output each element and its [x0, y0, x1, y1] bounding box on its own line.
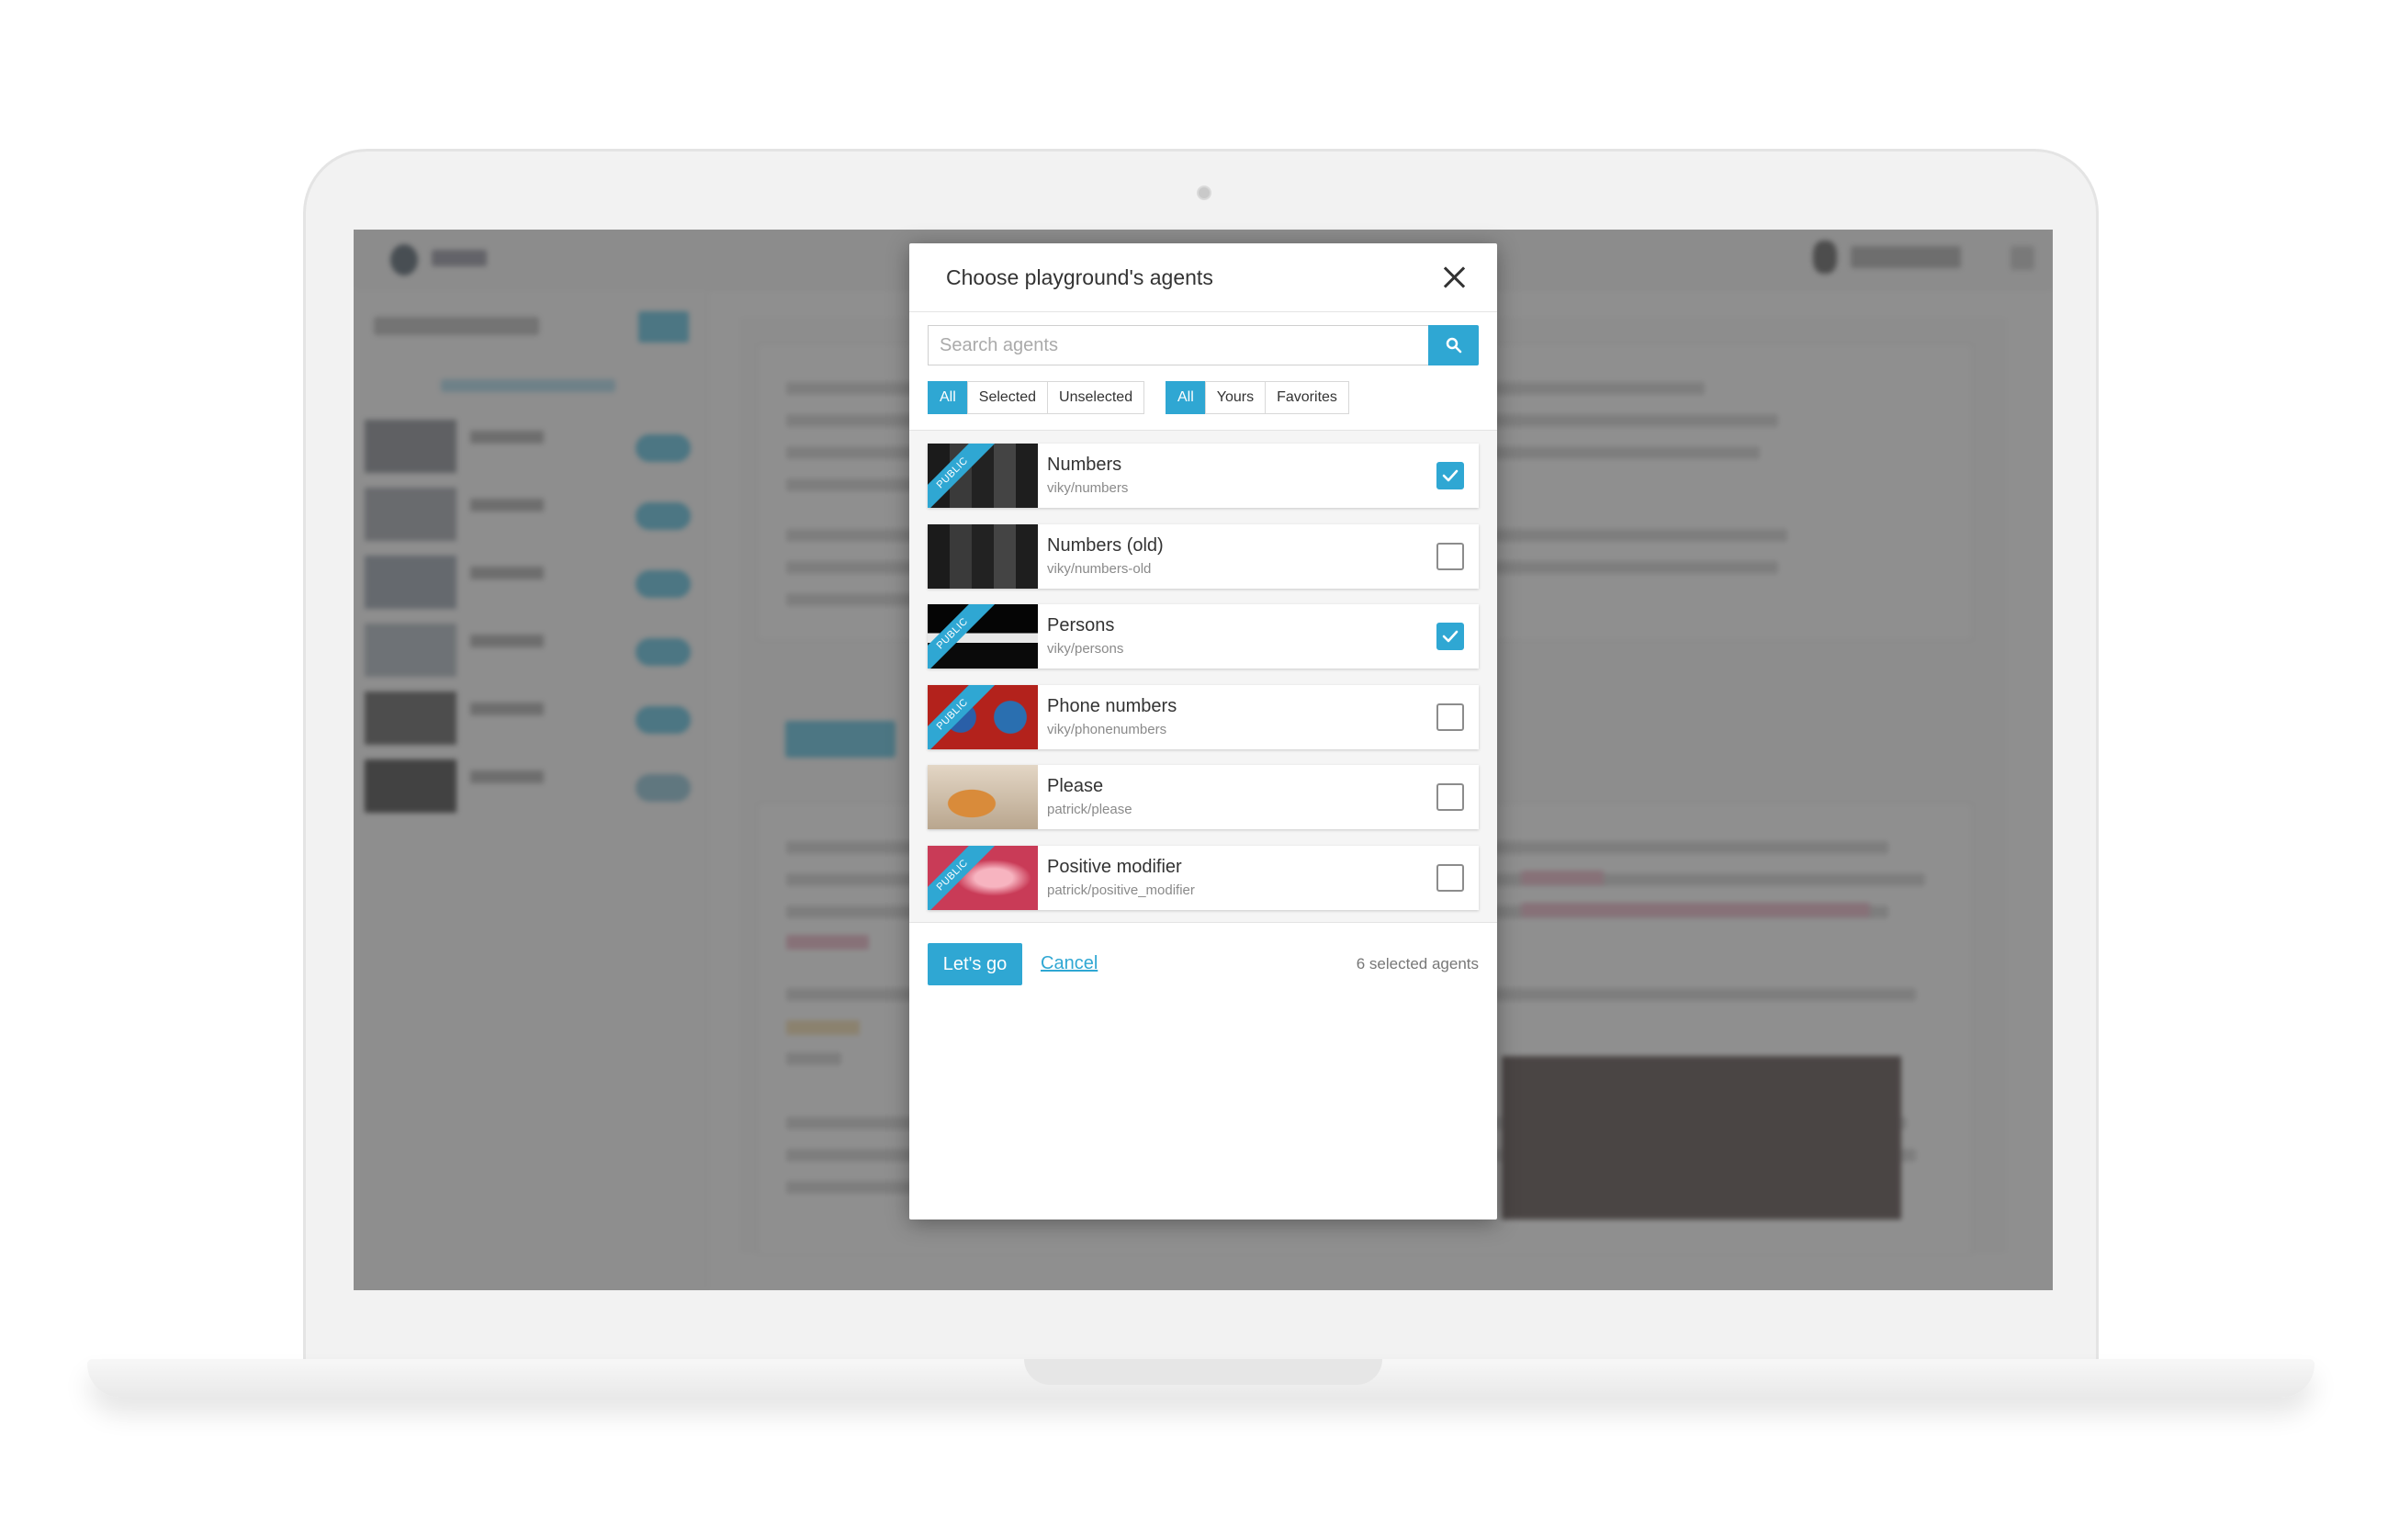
public-ribbon: PUBLIC — [928, 604, 995, 669]
selection-filter-group: All Selected Unselected — [928, 381, 1145, 414]
owner-filter-group: All Yours Favorites — [1166, 381, 1349, 414]
agent-checkbox[interactable] — [1436, 703, 1464, 731]
lets-go-button[interactable]: Let's go — [928, 943, 1022, 985]
agent-checkbox[interactable] — [1436, 863, 1464, 892]
filter-selected[interactable]: Selected — [966, 381, 1049, 414]
agent-slug: viky/phonenumbers — [1047, 721, 1167, 737]
agent-name: Please — [1047, 776, 1104, 796]
checkmark-icon — [1442, 469, 1459, 482]
cat-thumbnail — [928, 765, 1038, 829]
agent-item[interactable]: Numbers (old) viky/numbers-old — [928, 523, 1479, 589]
numbers-thumbnail — [928, 523, 1038, 589]
search-icon — [1446, 337, 1462, 354]
agent-item[interactable]: PUBLIC Numbers viky/numbers — [928, 444, 1479, 508]
agent-name: Numbers (old) — [1047, 534, 1164, 556]
filter-unselected[interactable]: Unselected — [1047, 381, 1145, 414]
selected-count: 6 selected agents — [1356, 955, 1479, 972]
agent-name: Positive modifier — [1047, 856, 1182, 877]
agent-item[interactable]: PUBLIC Positive modifier patrick/positive_… — [928, 845, 1479, 910]
agents-list[interactable]: PUBLIC Numbers viky/numbers Numbers (old) vi… — [909, 431, 1497, 922]
agent-name: Persons — [1047, 615, 1115, 635]
choose-agents-dialog: Choose playground's agents All Selected … — [909, 243, 1497, 1220]
agent-slug: patrick/please — [1047, 802, 1132, 817]
agent-name: Numbers — [1047, 455, 1122, 475]
public-ribbon: PUBLIC — [928, 444, 995, 508]
agent-item[interactable]: PUBLIC Phone numbers viky/phonenumbers — [928, 684, 1479, 749]
filter-yours[interactable]: Yours — [1204, 381, 1267, 414]
search-button[interactable] — [1428, 325, 1479, 365]
telephones-thumbnail: PUBLIC — [928, 684, 1038, 749]
cancel-link[interactable]: Cancel — [1041, 953, 1098, 974]
dialog-title: Choose playground's agents — [946, 265, 1213, 289]
agent-slug: viky/numbers — [1047, 480, 1129, 496]
agent-checkbox[interactable] — [1436, 542, 1464, 570]
agent-name: Phone numbers — [1047, 695, 1177, 716]
agent-slug: patrick/positive_modifier — [1047, 882, 1195, 898]
numbers-thumbnail: PUBLIC — [928, 444, 1038, 508]
search-bar — [928, 325, 1479, 365]
agent-checkbox[interactable] — [1436, 462, 1464, 489]
laptop-camera — [1197, 185, 1211, 200]
filter-all-owner[interactable]: All — [1166, 381, 1206, 414]
search-input[interactable] — [928, 325, 1428, 365]
dialog-header: Choose playground's agents — [909, 243, 1497, 312]
agent-slug: viky/persons — [1047, 641, 1124, 657]
agent-item[interactable]: Please patrick/please — [928, 765, 1479, 829]
agent-checkbox[interactable] — [1436, 783, 1464, 811]
checkmark-icon — [1442, 630, 1459, 643]
public-ribbon: PUBLIC — [928, 845, 995, 910]
neon-sign-thumbnail: PUBLIC — [928, 845, 1038, 910]
close-icon[interactable] — [1438, 262, 1470, 293]
laptop-notch — [1024, 1359, 1382, 1385]
crowd-thumbnail: PUBLIC — [928, 604, 1038, 669]
dialog-footer: Let's go Cancel 6 selected agents — [909, 922, 1497, 1003]
public-ribbon: PUBLIC — [928, 684, 995, 749]
filter-favorites[interactable]: Favorites — [1265, 381, 1349, 414]
agent-slug: viky/numbers-old — [1047, 560, 1152, 577]
agent-checkbox[interactable] — [1436, 623, 1464, 650]
filter-all-selection[interactable]: All — [928, 381, 968, 414]
agent-item[interactable]: PUBLIC Persons viky/persons — [928, 604, 1479, 669]
